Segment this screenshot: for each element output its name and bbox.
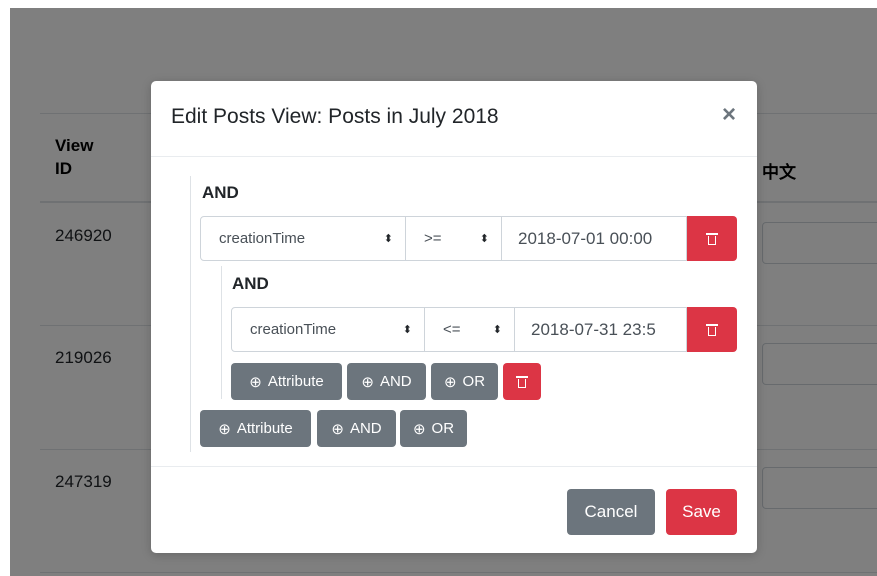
button-label: Attribute	[236, 420, 293, 437]
plus-circle-icon: ⊕	[218, 420, 231, 438]
attribute-select[interactable]: creationTime ⬍	[200, 216, 406, 261]
top-strip	[0, 0, 877, 8]
outer-add-or-button[interactable]: ⊕ OR	[400, 410, 467, 447]
inner-add-or-button[interactable]: ⊕ OR	[431, 363, 498, 400]
delete-condition-button[interactable]	[687, 307, 737, 352]
operator-select[interactable]: >= ⬍	[406, 216, 502, 261]
plus-circle-icon: ⊕	[331, 420, 344, 438]
plus-circle-icon: ⊕	[249, 373, 262, 391]
trash-icon	[516, 375, 528, 388]
modal-footer: Cancel Save	[151, 466, 757, 554]
outer-condition-row: creationTime ⬍ >= ⬍ 2018-07-01 00:00	[200, 216, 737, 261]
attribute-select[interactable]: creationTime ⬍	[231, 307, 425, 352]
inner-add-attribute-button[interactable]: ⊕ Attribute	[231, 363, 342, 400]
button-label: OR	[431, 420, 455, 437]
operator-select[interactable]: <= ⬍	[425, 307, 515, 352]
inner-add-and-button[interactable]: ⊕ AND	[347, 363, 426, 400]
operator-select-value: <=	[443, 321, 461, 338]
plus-circle-icon: ⊕	[443, 373, 457, 391]
modal-header: Edit Posts View: Posts in July 2018 ×	[151, 81, 757, 157]
plus-circle-icon: ⊕	[412, 420, 426, 438]
delete-condition-button[interactable]	[687, 216, 737, 261]
outer-add-attribute-button[interactable]: ⊕ Attribute	[200, 410, 311, 447]
plus-circle-icon: ⊕	[361, 373, 374, 391]
attribute-select-value: creationTime	[219, 230, 306, 247]
trash-icon	[706, 323, 718, 336]
value-input[interactable]: 2018-07-31 23:5	[515, 307, 687, 352]
operator-select-value: >=	[424, 230, 442, 247]
outer-group-operator: AND	[202, 183, 239, 202]
inner-condition-row: creationTime ⬍ <= ⬍ 2018-07-31 23:5	[231, 307, 737, 352]
sort-arrows-icon: ⬍	[492, 324, 502, 336]
save-button[interactable]: Save	[666, 489, 737, 535]
sort-arrows-icon: ⬍	[402, 324, 412, 336]
sort-arrows-icon: ⬍	[383, 233, 393, 245]
inner-group-operator: AND	[232, 274, 269, 293]
sort-arrows-icon: ⬍	[479, 233, 489, 245]
outer-group-rule	[190, 176, 191, 452]
delete-group-button[interactable]	[503, 363, 541, 400]
trash-icon	[706, 232, 718, 245]
value-input[interactable]: 2018-07-01 00:00	[502, 216, 687, 261]
cancel-button[interactable]: Cancel	[567, 489, 655, 535]
button-label: Attribute	[267, 373, 324, 390]
button-label: AND	[379, 373, 412, 390]
button-label: OR	[462, 373, 486, 390]
edit-view-modal: Edit Posts View: Posts in July 2018 × AN…	[151, 81, 757, 553]
inner-group-rule	[221, 266, 222, 399]
modal-title: Edit Posts View: Posts in July 2018	[171, 105, 499, 128]
button-label: AND	[349, 420, 382, 437]
attribute-select-value: creationTime	[250, 321, 337, 338]
outer-add-and-button[interactable]: ⊕ AND	[317, 410, 396, 447]
close-button[interactable]: ×	[717, 103, 741, 127]
